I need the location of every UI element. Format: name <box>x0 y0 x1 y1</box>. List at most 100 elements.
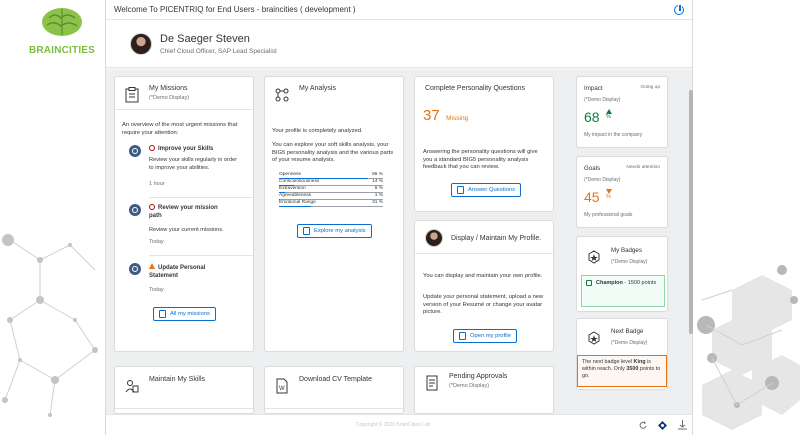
network-icon <box>303 227 310 235</box>
brain-icon <box>42 8 82 36</box>
answer-questions-button[interactable]: Answer Questions <box>451 183 522 197</box>
missions-intro: An overview of the most urgent missions … <box>122 122 238 136</box>
impact-card[interactable]: Impact Going up (*Demo Display) 68 % My … <box>576 76 668 148</box>
impact-status: Going up <box>640 85 660 90</box>
app-shell: Welcome To PICENTRIQ for End Users - bra… <box>105 0 693 435</box>
copyright: Copyright © 2020 BrainCities Lab <box>356 422 431 428</box>
hexagon-pattern-right <box>697 265 800 430</box>
badges-subtitle: (*Demo Display) <box>611 259 648 265</box>
next-badge-card[interactable]: Next Badge (*Demo Display) The next badg… <box>576 318 668 390</box>
diamond-icon[interactable] <box>658 421 667 430</box>
svg-text:W: W <box>279 386 285 392</box>
shield-icon <box>129 204 141 216</box>
clipboard-icon <box>125 87 139 103</box>
cv-template-card[interactable]: W Download CV Template <box>264 366 404 414</box>
analysis-card[interactable]: My Analysis Your profile is completely a… <box>264 76 404 352</box>
open-profile-button[interactable]: Open my profile <box>453 329 517 343</box>
goals-title: Goals <box>584 165 601 172</box>
goals-unit: % <box>606 194 611 200</box>
word-document-icon: W <box>276 378 288 394</box>
impact-value: 68 <box>584 109 600 125</box>
analysis-desc: You can explore your soft skills analysi… <box>272 142 394 163</box>
mission-title: Improve your Skills <box>158 146 214 152</box>
user-role: Chief Cloud Officer, SAP Lead Specialist <box>160 47 277 55</box>
impact-unit: % <box>606 114 611 120</box>
cv-title: Download CV Template <box>299 376 373 383</box>
approvals-card[interactable]: Pending Approvals (*Demo Display) <box>414 366 554 414</box>
trait-row: Emotional Range 31 % <box>279 200 383 207</box>
goals-card[interactable]: Goals Needs attention (*Demo Display) 45… <box>576 156 668 228</box>
alert-icon <box>149 204 155 210</box>
list-item[interactable]: Improve your Skills Review your skills r… <box>129 145 253 195</box>
badge-icon <box>588 331 600 345</box>
skills-title: Maintain My Skills <box>149 376 206 383</box>
explore-analysis-button[interactable]: Explore my analysis <box>297 224 372 238</box>
skills-card[interactable]: Maintain My Skills <box>114 366 254 414</box>
right-background <box>692 0 800 435</box>
alert-icon <box>149 145 155 151</box>
badge-icon <box>588 250 600 264</box>
avatar <box>425 229 443 247</box>
champion-badge: Champion - 1500 points <box>581 275 665 307</box>
braincities-logo: BRAINCITIES <box>28 6 96 56</box>
edit-icon <box>459 332 466 340</box>
mission-desc: Review your current missions. <box>149 227 224 233</box>
profile-desc-1: You can display and maintain your own pr… <box>423 273 543 279</box>
badges-title: My Badges <box>611 247 642 254</box>
dashboard-area: My Missions (*Demo Display) An overview … <box>106 70 693 414</box>
impact-subtitle: (*Demo Display) <box>584 97 621 103</box>
people-icon <box>125 380 139 393</box>
missing-label: Missing <box>446 115 469 122</box>
refresh-icon[interactable] <box>639 421 647 430</box>
mission-desc: Review your skills regularly in order to… <box>149 157 237 171</box>
trait-list: Openness 86 % Conscientiousness 14 % Extra… <box>279 172 383 207</box>
warning-icon <box>149 263 155 269</box>
list-item[interactable]: Review your mission path Review your cur… <box>129 204 253 252</box>
document-icon <box>426 375 438 391</box>
profile-card[interactable]: Display / Maintain My Profile. You can d… <box>414 220 554 352</box>
power-icon[interactable] <box>674 3 684 15</box>
impact-title: Impact <box>584 85 603 92</box>
badges-card[interactable]: My Badges (*Demo Display) Champion - 150… <box>576 236 668 312</box>
mission-time: 1 hour <box>149 181 165 187</box>
goals-status: Needs attention <box>626 165 660 170</box>
personality-card[interactable]: Complete Personality Questions 37 Missin… <box>414 76 554 212</box>
goals-subtitle: (*Demo Display) <box>584 177 621 183</box>
analysis-status: Your profile is completely analyzed. <box>272 128 363 134</box>
goals-footer: My professional goals <box>584 212 633 218</box>
trophy-icon <box>586 280 592 286</box>
next-badge-message: The next badge level King is within reac… <box>577 355 667 387</box>
profile-header: De Saeger Steven Chief Cloud Officer, SA… <box>106 20 692 68</box>
footer: Copyright © 2020 BrainCities Lab <box>106 414 692 435</box>
approvals-title: Pending Approvals <box>449 373 508 380</box>
profile-card-title: Display / Maintain My Profile. <box>451 234 542 242</box>
next-badge-subtitle: (*Demo Display) <box>611 340 648 346</box>
avatar[interactable] <box>130 32 152 55</box>
mission-time: Today <box>149 239 164 245</box>
list-item[interactable]: Update Personal Statement Today <box>129 263 253 299</box>
trait-row: Extraversion 6 % <box>279 186 383 193</box>
target-icon <box>129 145 141 157</box>
top-bar: Welcome To PICENTRIQ for End Users - bra… <box>106 0 692 20</box>
trait-row: Openness 86 % <box>279 172 383 179</box>
trait-row: Agreeableness 1 % <box>279 193 383 200</box>
impact-footer: My impact in the company <box>584 132 643 138</box>
missions-subtitle: (*Demo Display) <box>149 95 190 101</box>
missions-card[interactable]: My Missions (*Demo Display) An overview … <box>114 76 254 352</box>
missions-title: My Missions <box>149 85 188 92</box>
brand-name: BRAINCITIES <box>28 45 96 56</box>
personality-desc: Answering the personality questions will… <box>423 149 538 170</box>
network-icon <box>275 88 289 102</box>
profile-desc-2: Update your personal statement, upload a… <box>423 294 544 315</box>
missing-count: 37 <box>423 107 440 124</box>
download-icon[interactable] <box>678 420 687 430</box>
trait-row: Conscientiousness 14 % <box>279 179 383 186</box>
list-icon <box>159 310 166 318</box>
mission-title: Review your mission path <box>149 205 218 219</box>
approvals-subtitle: (*Demo Display) <box>449 383 490 389</box>
all-missions-button[interactable]: All my missions <box>153 307 216 321</box>
next-badge-title: Next Badge <box>611 328 644 335</box>
mission-title: Update Personal Statement <box>149 265 206 279</box>
scrollbar[interactable] <box>689 90 693 334</box>
analysis-title: My Analysis <box>299 85 336 92</box>
